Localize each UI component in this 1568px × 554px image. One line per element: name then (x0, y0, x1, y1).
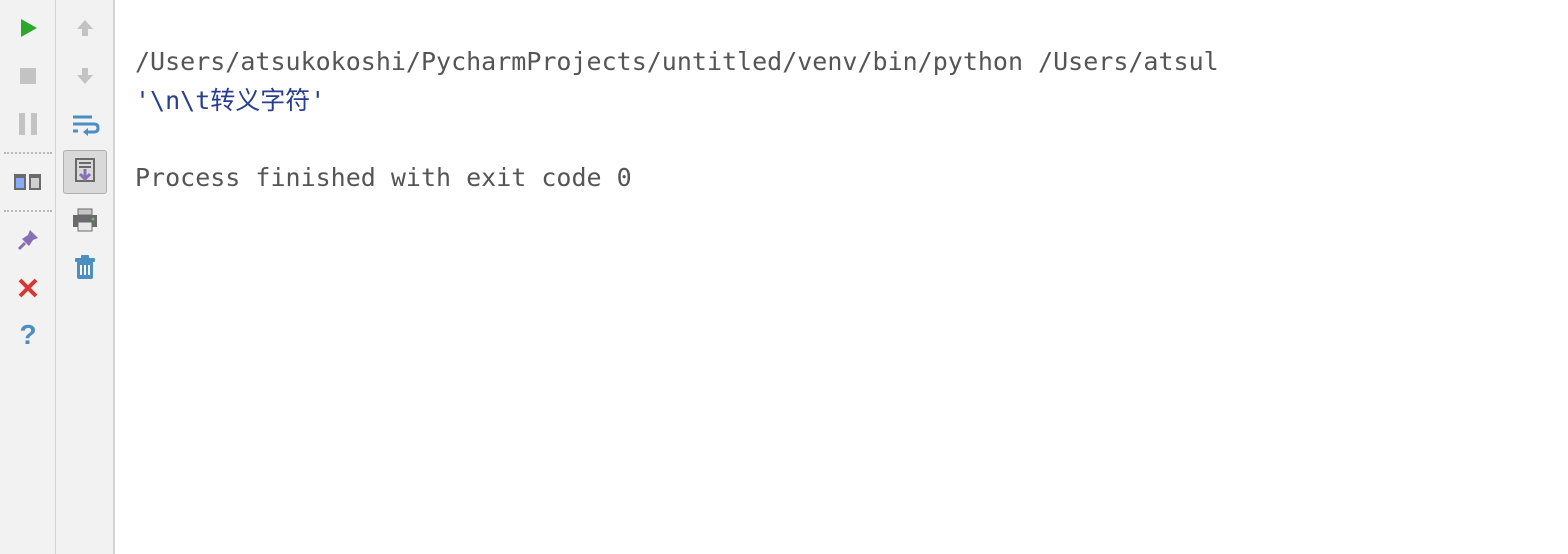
rerun-button[interactable] (6, 6, 50, 50)
restore-layout-button[interactable] (6, 160, 50, 204)
run-icon (16, 16, 40, 40)
run-toolbar-secondary (56, 0, 114, 554)
help-icon: ? (18, 322, 38, 350)
soft-wrap-icon (70, 112, 100, 136)
scroll-to-end-icon (72, 158, 98, 186)
stop-icon (17, 65, 39, 87)
output-line: '\n\t转义字符' (135, 86, 325, 115)
separator (4, 210, 52, 212)
previous-button[interactable] (63, 6, 107, 50)
up-arrow-icon (74, 17, 96, 39)
run-toolbar-primary: ? (0, 0, 56, 554)
pause-button[interactable] (6, 102, 50, 146)
exit-status-line: Process finished with exit code 0 (135, 163, 632, 192)
console-output[interactable]: /Users/atsukokoshi/PycharmProjects/untit… (114, 0, 1568, 554)
separator (4, 152, 52, 154)
clear-all-icon (73, 255, 97, 281)
soft-wrap-button[interactable] (63, 102, 107, 146)
close-icon (17, 277, 39, 299)
stop-button[interactable] (6, 54, 50, 98)
layout-icon (13, 171, 43, 193)
down-arrow-icon (74, 65, 96, 87)
print-button[interactable] (63, 198, 107, 242)
scroll-to-end-button[interactable] (63, 150, 107, 194)
command-line: /Users/atsukokoshi/PycharmProjects/untit… (135, 47, 1219, 76)
help-button[interactable]: ? (6, 314, 50, 358)
pin-button[interactable] (6, 218, 50, 262)
pin-icon (16, 228, 40, 252)
close-button[interactable] (6, 266, 50, 310)
pause-icon (17, 111, 39, 137)
svg-text:?: ? (19, 322, 36, 350)
print-icon (71, 208, 99, 232)
next-button[interactable] (63, 54, 107, 98)
clear-all-button[interactable] (63, 246, 107, 290)
